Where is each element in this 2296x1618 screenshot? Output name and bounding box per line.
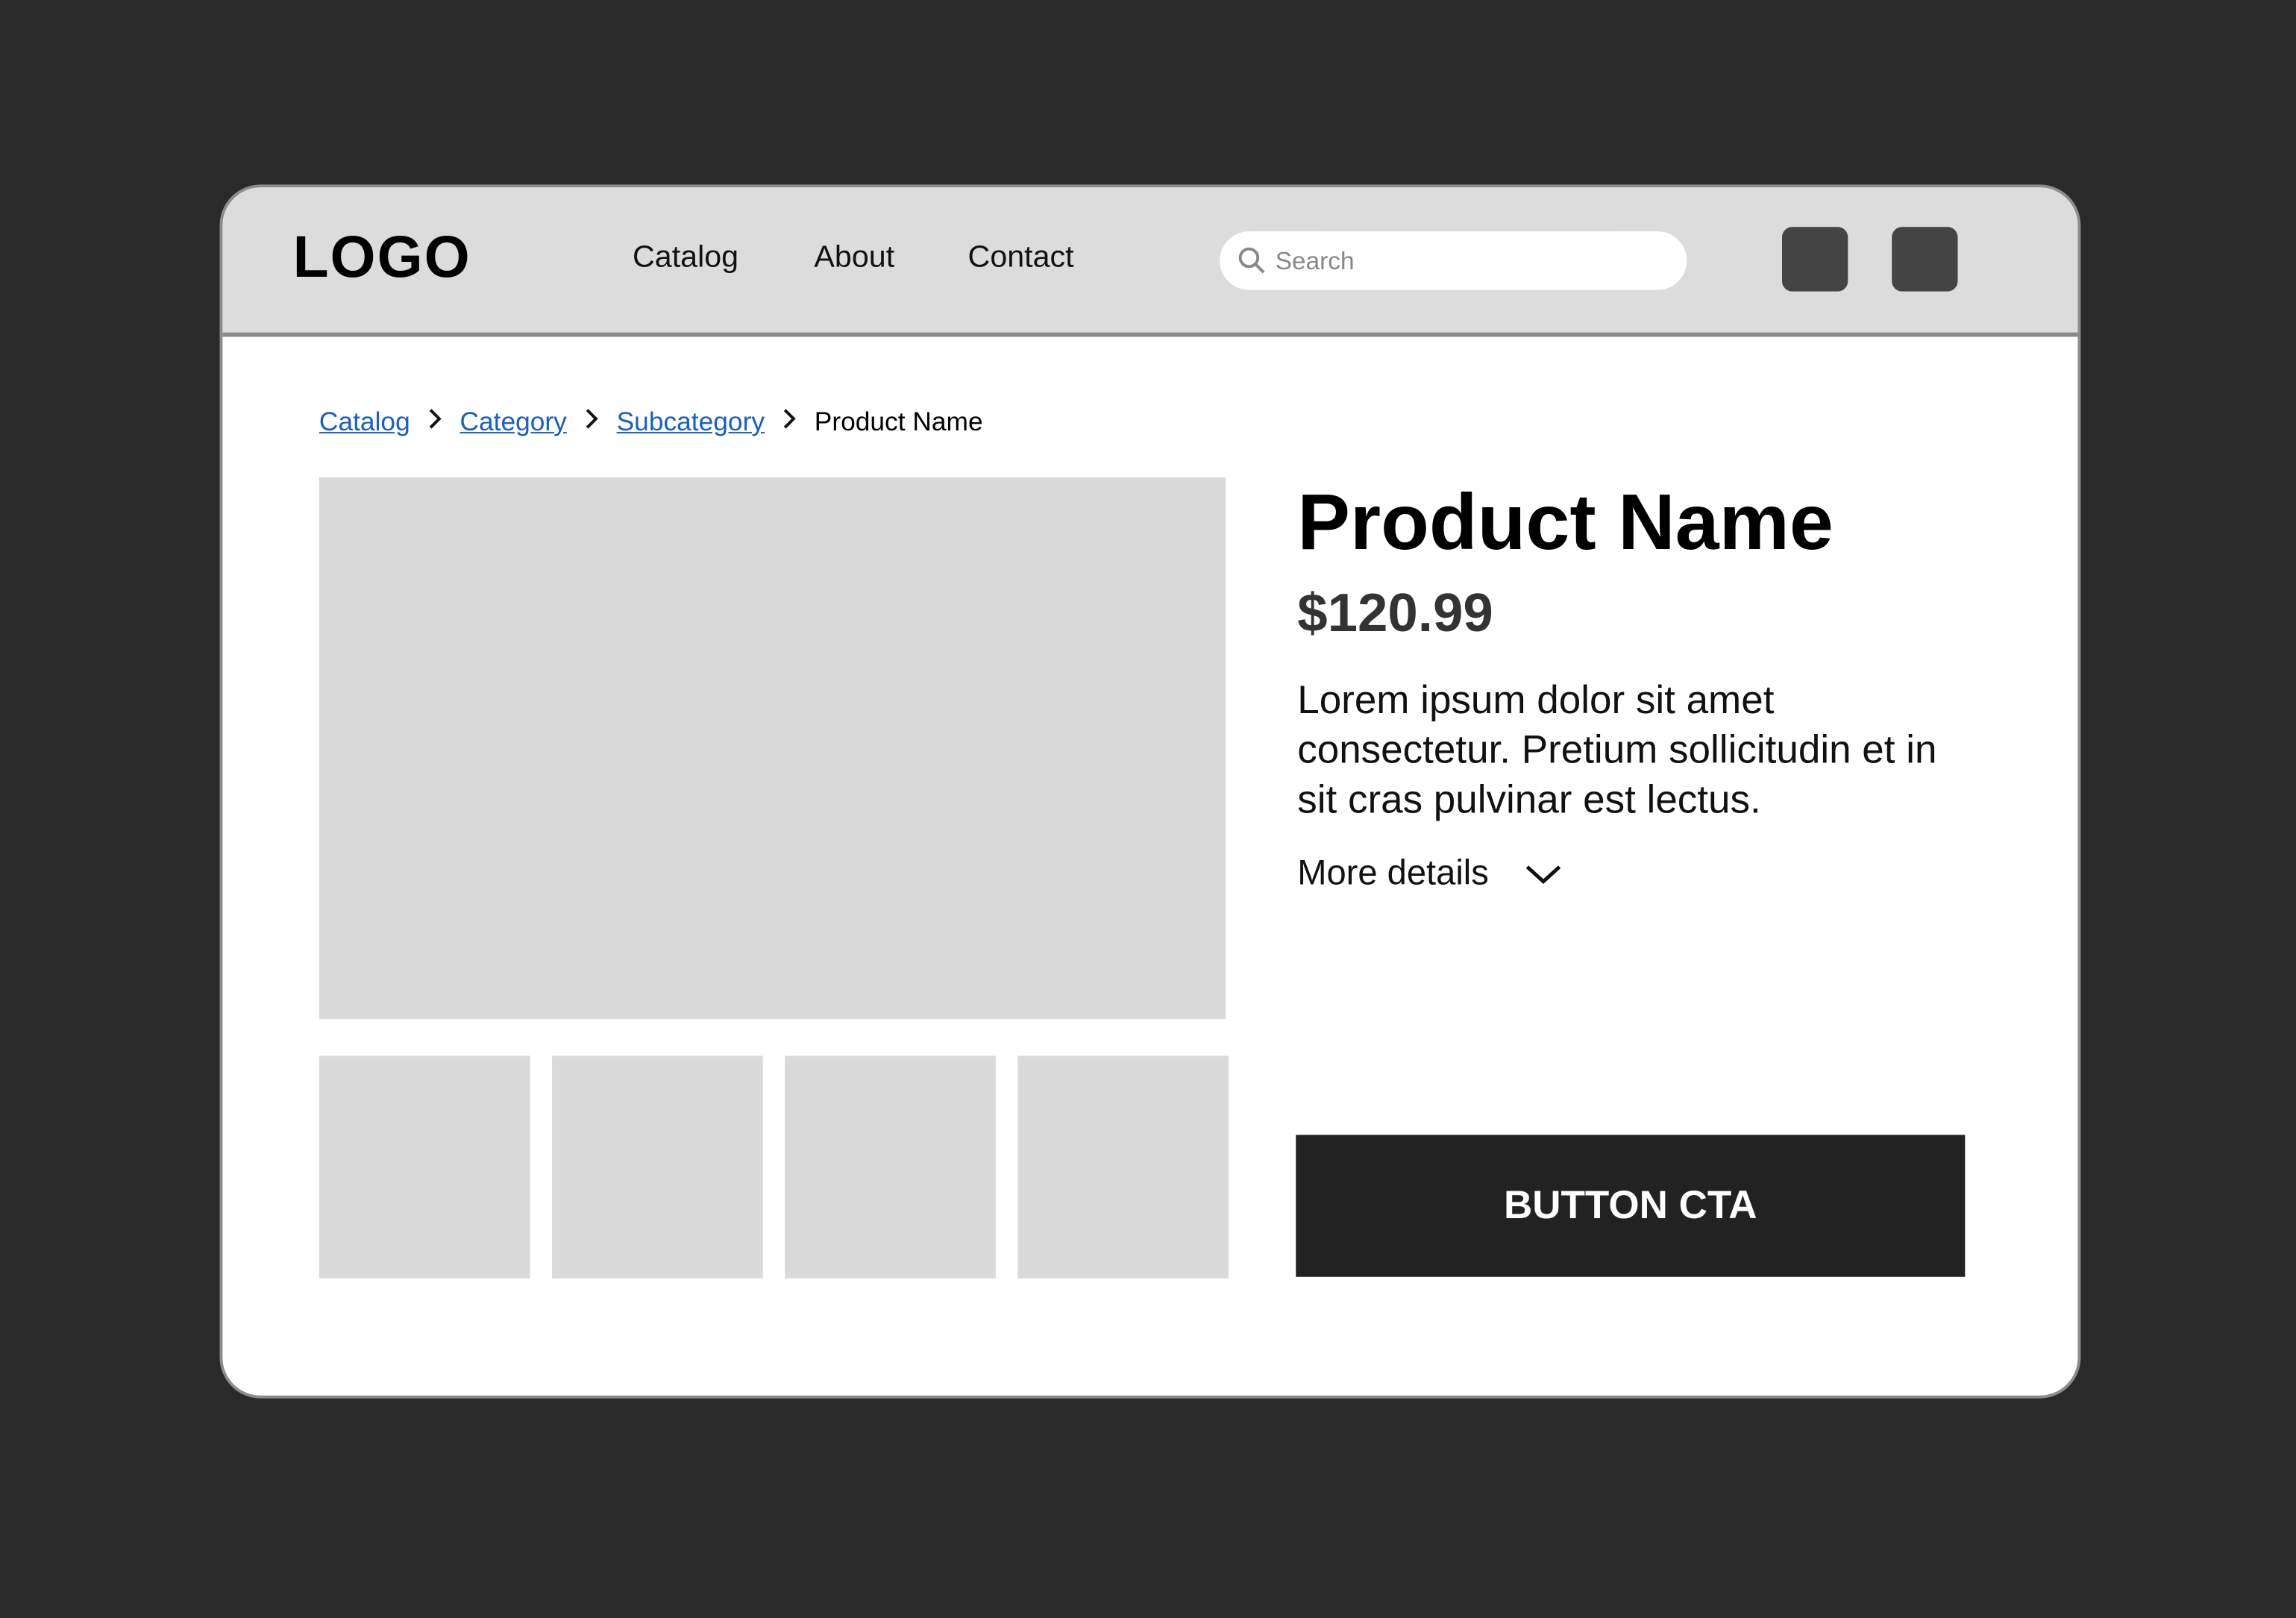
product-thumbnail-3[interactable] [785,1056,996,1279]
breadcrumb-category[interactable]: Category [459,407,566,438]
product-main-image [319,477,1226,1020]
search-input[interactable] [1272,231,1674,293]
chevron-right-icon [782,407,797,438]
breadcrumb: Catalog Category Subcategory Product Nam… [319,407,983,438]
chevron-down-icon [1525,865,1561,885]
breadcrumb-current: Product Name [814,407,983,436]
nav-about[interactable]: About [814,240,894,275]
breadcrumb-subcategory[interactable]: Subcategory [617,407,765,438]
header-icon-button-1[interactable] [1781,227,1848,292]
more-details-label: More details [1297,853,1489,894]
product-thumbnail-4[interactable] [1017,1056,1229,1279]
nav-contact[interactable]: Contact [968,240,1074,275]
browser-window: LOGO Catalog About Contact Catalog Categ… [219,184,2081,1399]
cta-button[interactable]: BUTTON CTA [1296,1135,1966,1277]
more-details-toggle[interactable]: More details [1297,853,1562,894]
product-thumbnail-1[interactable] [319,1056,530,1279]
chevron-right-icon [427,407,442,438]
product-price: $120.99 [1297,583,1493,643]
search-bar[interactable] [1220,231,1687,293]
logo[interactable]: LOGO [293,225,471,291]
chevron-right-icon [584,407,599,438]
nav-catalog[interactable]: Catalog [633,240,738,275]
product-description: Lorem ipsum dolor sit amet consectetur. … [1297,677,1937,822]
product-title: Product Name [1297,478,1834,567]
product-thumbnail-2[interactable] [552,1056,763,1279]
breadcrumb-catalog[interactable]: Catalog [319,407,410,438]
header-icon-button-2[interactable] [1892,227,1958,292]
site-header: LOGO Catalog About Contact [222,187,2078,337]
search-icon [1238,247,1265,274]
